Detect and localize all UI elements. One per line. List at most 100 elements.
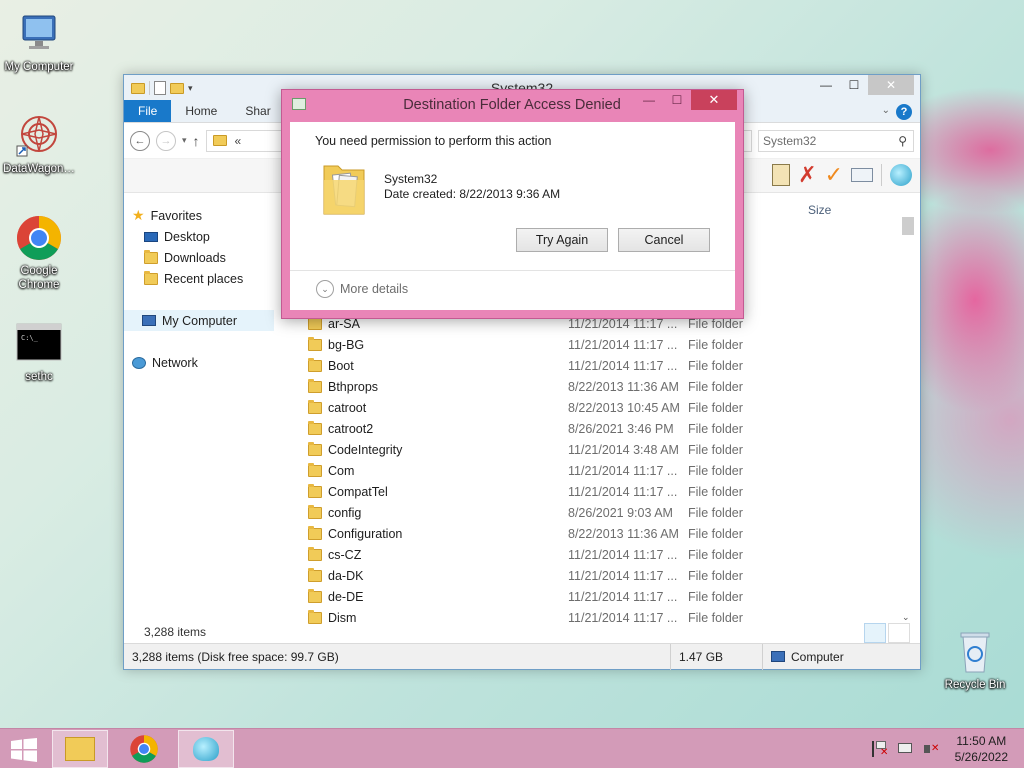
dialog-folder-name: System32	[384, 172, 438, 186]
dialog-close-button[interactable]: ✕	[691, 90, 737, 110]
nav-label: My Computer	[162, 313, 238, 328]
help-icon[interactable]: ?	[896, 104, 912, 120]
clock[interactable]: 11:50 AM 5/26/2022	[955, 733, 1008, 765]
delete-icon[interactable]: ✗	[798, 164, 816, 186]
file-row[interactable]: catroot 8/22/2013 10:45 AM File folder	[308, 397, 898, 418]
file-type: File folder	[688, 337, 743, 352]
file-row[interactable]: cs-CZ 11/21/2014 11:17 ... File folder	[308, 544, 898, 565]
app-icon[interactable]	[890, 164, 912, 186]
status-location-label: Computer	[791, 649, 844, 664]
computer-icon	[15, 10, 63, 58]
file-date: 8/22/2013 11:36 AM	[568, 526, 679, 541]
tab-file[interactable]: File	[124, 100, 172, 122]
file-date: 11/21/2014 11:17 ...	[568, 463, 678, 478]
search-placeholder: System32	[763, 133, 817, 148]
checkmark-icon[interactable]: ✓	[825, 164, 843, 186]
downloads-icon	[144, 249, 158, 264]
file-row[interactable]: da-DK 11/21/2014 11:17 ... File folder	[308, 565, 898, 586]
desktop-icon-datawagon[interactable]: DataWagon…	[0, 112, 79, 176]
system-tray: ✕ ✕	[872, 741, 940, 758]
desktop-icon-my-computer[interactable]: My Computer	[0, 10, 79, 74]
file-row[interactable]: Boot 11/21/2014 11:17 ... File folder	[308, 355, 898, 376]
file-name-cell: da-DK	[308, 567, 568, 583]
file-row[interactable]: bg-BG 11/21/2014 11:17 ... File folder	[308, 334, 898, 355]
scroll-thumb[interactable]	[902, 217, 914, 235]
search-icon: ⚲	[898, 133, 907, 148]
windows-logo-icon	[11, 738, 37, 762]
file-date: 11/21/2014 11:17 ...	[568, 568, 678, 583]
taskbar-app[interactable]	[178, 730, 234, 768]
large-icons-view-button[interactable]	[888, 623, 910, 643]
file-row[interactable]: catroot2 8/26/2021 3:46 PM File folder	[308, 418, 898, 439]
file-name-cell: bg-BG	[308, 336, 568, 352]
dialog-maximize-button[interactable]: ☐	[663, 90, 691, 110]
desktop-icon-recycle-bin[interactable]: Recycle Bin	[935, 628, 1015, 692]
nav-label: Recent places	[164, 271, 244, 286]
back-button[interactable]: ←	[130, 130, 150, 151]
taskbar-chrome[interactable]	[116, 730, 172, 768]
file-row[interactable]: CodeIntegrity 11/21/2014 3:48 AM File fold…	[308, 439, 898, 460]
file-name-cell: Bthprops	[308, 378, 568, 394]
nav-recent-places[interactable]: Recent places	[132, 268, 288, 289]
file-name: Configuration	[328, 526, 403, 541]
folder-icon	[308, 588, 322, 603]
action-center-flag-icon[interactable]: ✕	[872, 741, 888, 758]
desktop-icon-chrome[interactable]: Google Chrome	[0, 214, 79, 292]
file-name: de-DE	[328, 589, 364, 604]
start-button[interactable]	[10, 738, 38, 762]
file-name: Boot	[328, 358, 354, 373]
file-row[interactable]: CompatTel 11/21/2014 11:17 ... File folder	[308, 481, 898, 502]
nav-downloads[interactable]: Downloads	[132, 247, 288, 268]
file-row[interactable]: Com 11/21/2014 11:17 ... File folder	[308, 460, 898, 481]
datawagon-icon	[15, 112, 63, 160]
file-name-cell: catroot2	[308, 420, 568, 436]
ribbon-expand-icon[interactable]: ⌄	[882, 105, 890, 116]
tab-share[interactable]: Shar	[231, 100, 284, 122]
file-row[interactable]: de-DE 11/21/2014 11:17 ... File folder	[308, 586, 898, 607]
file-type: File folder	[688, 400, 743, 415]
network-icon	[132, 356, 146, 369]
clipboard-icon[interactable]	[772, 164, 791, 186]
up-icon[interactable]: ↑	[193, 133, 200, 149]
file-type: File folder	[688, 610, 743, 625]
file-type: File folder	[688, 463, 743, 478]
cancel-button[interactable]: Cancel	[618, 228, 710, 252]
file-type: File folder	[688, 526, 743, 541]
folder-icon	[308, 504, 322, 519]
file-row[interactable]: Configuration 8/22/2013 11:36 AM File fold…	[308, 523, 898, 544]
forward-button[interactable]: →	[156, 130, 176, 151]
minimize-button[interactable]: —	[812, 75, 840, 95]
file-name: CompatTel	[328, 484, 388, 499]
scroll-down-icon[interactable]: ⌄	[902, 612, 910, 623]
network-status-icon[interactable]	[898, 741, 914, 757]
file-row[interactable]: Dism 11/21/2014 11:17 ... File folder	[308, 607, 898, 628]
folder-icon	[308, 357, 322, 372]
recent-places-icon	[144, 270, 158, 285]
tab-home[interactable]: Home	[171, 100, 231, 122]
search-input[interactable]: System32 ⚲	[758, 129, 914, 152]
file-type: File folder	[688, 358, 743, 373]
nav-label: Favorites	[150, 208, 202, 223]
more-details-toggle[interactable]: ⌄ More details	[316, 280, 408, 298]
close-button[interactable]: ✕	[868, 75, 914, 95]
nav-favorites[interactable]: ★ Favorites	[132, 205, 288, 226]
nav-my-computer[interactable]: My Computer	[124, 310, 274, 331]
maximize-button[interactable]: ☐	[840, 75, 868, 95]
status-location: Computer	[762, 643, 844, 670]
taskbar-explorer[interactable]	[52, 730, 108, 768]
desktop-icon-label: Google Chrome	[18, 265, 60, 291]
column-header-size[interactable]: Size	[808, 203, 831, 217]
details-view-button[interactable]	[864, 623, 886, 643]
volume-muted-icon[interactable]: ✕	[924, 741, 940, 757]
dialog-minimize-button[interactable]: —	[635, 90, 663, 110]
try-again-button[interactable]: Try Again	[516, 228, 608, 252]
desktop-icon-sethc[interactable]: C:\_ sethc	[0, 320, 79, 384]
file-name: CodeIntegrity	[328, 442, 403, 457]
file-row[interactable]: Bthprops 8/22/2013 11:36 AM File folder	[308, 376, 898, 397]
recent-locations-icon[interactable]: ▾	[182, 135, 187, 146]
file-row[interactable]: config 8/26/2021 9:03 AM File folder	[308, 502, 898, 523]
nav-desktop[interactable]: Desktop	[132, 226, 288, 247]
rename-icon[interactable]	[851, 168, 873, 182]
nav-network[interactable]: Network	[132, 352, 288, 373]
vertical-scrollbar[interactable]: ⌄	[900, 211, 914, 622]
